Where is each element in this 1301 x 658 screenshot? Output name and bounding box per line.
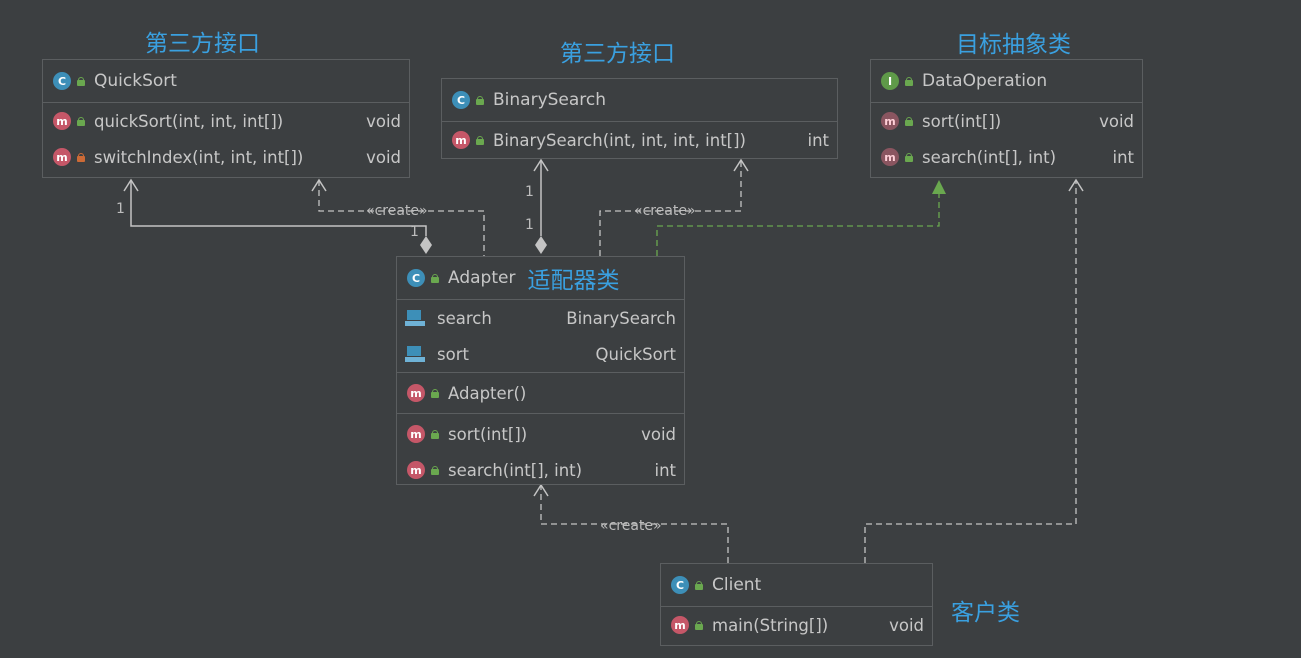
- field-row[interactable]: search BinarySearch: [397, 300, 684, 336]
- field-type: BinarySearch: [566, 308, 676, 328]
- interface-icon: I: [881, 72, 899, 90]
- public-icon: [431, 273, 439, 283]
- method-icon: m: [53, 148, 71, 166]
- field-name: search: [437, 308, 492, 328]
- method-type: int: [1112, 147, 1134, 167]
- binarysearch-class-name: BinarySearch: [493, 90, 607, 110]
- method-icon: m: [407, 461, 425, 479]
- method-icon: m: [53, 112, 71, 130]
- public-icon: [905, 152, 913, 162]
- adapter-class-box[interactable]: C Adapter 适配器类 search BinarySearch sort …: [396, 256, 685, 485]
- public-icon: [431, 388, 439, 398]
- static-method-icon: m: [671, 616, 689, 634]
- client-dependency-line[interactable]: [864, 180, 1077, 563]
- method-name: sort(int[]): [448, 424, 528, 444]
- quicksort-aggregation-diamond: [420, 236, 432, 254]
- create-label-binarysearch: «create»: [634, 203, 696, 219]
- multiplicity-quicksort: 1: [116, 201, 125, 217]
- public-icon: [905, 116, 913, 126]
- class-icon: C: [407, 269, 425, 287]
- quicksort-header[interactable]: C QuickSort: [43, 60, 409, 103]
- method-type: void: [366, 111, 401, 131]
- method-name: search(int[], int): [448, 460, 583, 480]
- class-icon: C: [53, 72, 71, 90]
- method-icon: m: [407, 384, 425, 402]
- realization-arrowhead: [932, 180, 946, 194]
- public-icon: [695, 580, 703, 590]
- client-class-name: Client: [712, 575, 762, 595]
- method-type: void: [366, 147, 401, 167]
- quicksort-annotation: 第三方接口: [145, 31, 260, 57]
- create-label-client: «create»: [600, 518, 662, 534]
- method-type: void: [889, 615, 924, 635]
- method-icon: m: [407, 425, 425, 443]
- field-icon: [405, 345, 425, 363]
- public-icon: [431, 465, 439, 475]
- binarysearch-header[interactable]: C BinarySearch: [442, 79, 837, 122]
- method-type: void: [1099, 111, 1134, 131]
- dataoperation-header[interactable]: I DataOperation: [871, 60, 1142, 103]
- binarysearch-aggregation-diamond: [535, 236, 547, 254]
- client-annotation: 客户类: [951, 600, 1020, 626]
- public-icon: [476, 95, 484, 105]
- method-type: void: [641, 424, 676, 444]
- create-label-quicksort: «create»: [366, 203, 428, 219]
- multiplicity-binarysearch: 1: [525, 184, 534, 200]
- adapter-class-name: Adapter: [448, 268, 516, 288]
- adapter-header[interactable]: C Adapter 适配器类: [397, 257, 684, 300]
- abstract-method-icon: m: [881, 148, 899, 166]
- public-icon: [905, 76, 913, 86]
- method-type: int: [654, 460, 676, 480]
- runnable-class-icon: C: [671, 576, 689, 594]
- field-name: sort: [437, 344, 469, 364]
- dataoperation-annotation: 目标抽象类: [956, 32, 1071, 58]
- public-icon: [77, 116, 85, 126]
- method-row[interactable]: m sort(int[]) void: [397, 416, 684, 452]
- method-row[interactable]: m search(int[], int) int: [871, 139, 1142, 175]
- field-row[interactable]: sort QuickSort: [397, 336, 684, 372]
- method-name: quickSort(int, int, int[]): [94, 111, 284, 131]
- method-icon: m: [452, 131, 470, 149]
- method-type: int: [807, 130, 829, 150]
- method-name: search(int[], int): [922, 147, 1057, 167]
- method-row[interactable]: m switchIndex(int, int, int[]) void: [43, 139, 409, 175]
- client-header[interactable]: C Client: [661, 564, 932, 607]
- public-icon: [695, 620, 703, 630]
- field-type: QuickSort: [595, 344, 676, 364]
- constructor-name: Adapter(): [448, 383, 527, 403]
- method-row[interactable]: m BinarySearch(int, int, int, int[]) int: [442, 122, 837, 158]
- method-name: switchIndex(int, int, int[]): [94, 147, 304, 167]
- method-name: BinarySearch(int, int, int, int[]): [493, 130, 746, 150]
- quicksort-class-box[interactable]: C QuickSort m quickSort(int, int, int[])…: [42, 59, 410, 178]
- method-row[interactable]: m search(int[], int) int: [397, 452, 684, 488]
- method-name: main(String[]): [712, 615, 829, 635]
- adapter-annotation: 适配器类: [527, 268, 620, 294]
- dataoperation-interface-name: DataOperation: [922, 71, 1048, 91]
- constructor-row[interactable]: m Adapter(): [397, 375, 684, 411]
- public-icon: [431, 429, 439, 439]
- private-lock-icon: [77, 152, 85, 162]
- binarysearch-class-box[interactable]: C BinarySearch m BinarySearch(int, int, …: [441, 78, 838, 159]
- method-row[interactable]: m main(String[]) void: [661, 607, 932, 643]
- quicksort-class-name: QuickSort: [94, 71, 177, 91]
- realization-line[interactable]: [656, 194, 940, 256]
- multiplicity-adapter-sort: 1: [410, 224, 419, 240]
- binarysearch-annotation: 第三方接口: [560, 41, 675, 67]
- method-row[interactable]: m quickSort(int, int, int[]) void: [43, 103, 409, 139]
- method-row[interactable]: m sort(int[]) void: [871, 103, 1142, 139]
- class-icon: C: [452, 91, 470, 109]
- field-icon: [405, 309, 425, 327]
- method-name: sort(int[]): [922, 111, 1002, 131]
- multiplicity-adapter-search: 1: [525, 217, 534, 233]
- client-class-box[interactable]: C Client m main(String[]) void: [660, 563, 933, 646]
- public-icon: [476, 135, 484, 145]
- dataoperation-interface-box[interactable]: I DataOperation m sort(int[]) void m sea…: [870, 59, 1143, 178]
- public-icon: [77, 76, 85, 86]
- abstract-method-icon: m: [881, 112, 899, 130]
